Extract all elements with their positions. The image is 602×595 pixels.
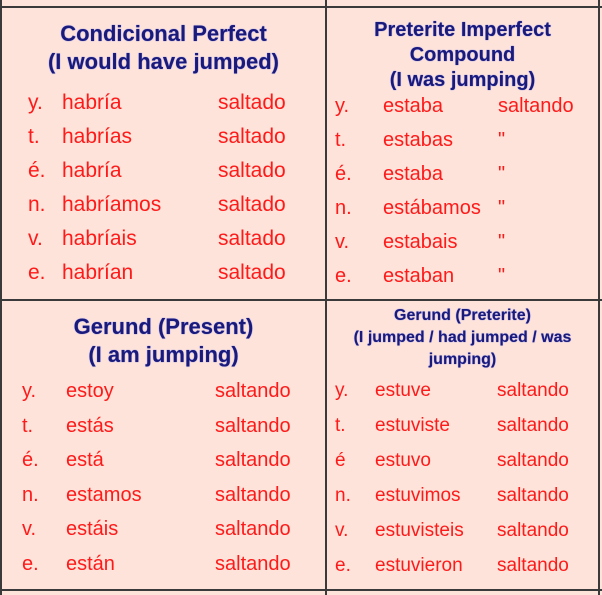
main-verb: " — [498, 265, 506, 287]
auxiliary-verb: habría — [62, 91, 122, 114]
auxiliary-verb: estuvimos — [375, 485, 461, 506]
cell-preterite-imperfect-compound: Preterite Imperfect Compound (I was jump… — [327, 8, 598, 299]
main-verb: saltado — [218, 261, 286, 284]
pronoun-label: y. — [22, 380, 37, 402]
title-line: (I am jumping) — [88, 342, 239, 367]
pronoun-label: v. — [22, 518, 37, 540]
pronoun-label: y. — [335, 380, 349, 401]
title-line: (I would have jumped) — [47, 49, 279, 74]
pronoun-label: y. — [28, 91, 43, 114]
cell-gerund-present: Gerund (Present) (I am jumping) — [2, 301, 325, 589]
auxiliary-verb: estuvo — [375, 450, 431, 471]
main-verb: saltando — [215, 518, 291, 540]
title-line: Gerund (Preterite) — [394, 307, 531, 324]
conjugation-table: Condicional Perfect (I would have jumped… — [0, 0, 602, 595]
main-verb: saltando — [497, 485, 569, 506]
auxiliary-verb: habrías — [62, 125, 133, 148]
main-verb: saltando — [497, 415, 569, 436]
pronoun-label: t. — [335, 415, 346, 436]
title-line: Preterite Imperfect — [374, 19, 551, 41]
pronoun-label: n. — [335, 485, 351, 506]
main-verb: saltado — [218, 159, 286, 182]
pronoun-label: é. — [335, 163, 352, 185]
pronoun-label: n. — [28, 193, 46, 216]
main-verb: saltando — [497, 380, 569, 401]
auxiliary-verb: estáis — [66, 518, 119, 540]
auxiliary-verb: estabais — [383, 231, 458, 253]
auxiliary-verb: estuvieron — [375, 555, 463, 576]
auxiliary-verb: está — [66, 449, 104, 471]
table-border-right — [598, 0, 600, 595]
pronoun-label: y. — [335, 95, 350, 117]
pronoun-label: e. — [335, 555, 351, 576]
auxiliary-verb: están — [66, 552, 115, 575]
pronoun-label: v. — [28, 227, 43, 250]
auxiliary-verb: estás — [66, 414, 114, 437]
main-verb: saltando — [497, 520, 569, 541]
auxiliary-verb: habríamos — [62, 193, 162, 216]
pronoun-label: é. — [28, 159, 46, 182]
main-verb: " — [498, 129, 506, 151]
auxiliary-verb: estaba — [383, 95, 444, 117]
title-line: jumping) — [428, 351, 497, 368]
pronoun-label: t. — [22, 414, 34, 437]
pronoun-label: é. — [22, 449, 39, 471]
pronoun-label: n. — [22, 483, 39, 506]
main-verb: " — [498, 231, 506, 253]
auxiliary-verb: estoy — [66, 380, 114, 402]
pronoun-label: t. — [28, 125, 40, 148]
auxiliary-verb: habríais — [62, 227, 137, 250]
pronoun-label: e. — [335, 265, 352, 287]
cell-title: Preterite Imperfect Compound (I was jump… — [327, 18, 598, 93]
main-verb: saltando — [497, 555, 569, 576]
main-verb: saltado — [218, 193, 286, 216]
main-verb: saltando — [215, 380, 291, 402]
auxiliary-verb: estuviste — [375, 415, 450, 436]
auxiliary-verb: habría — [62, 159, 122, 182]
auxiliary-verb: estaba — [383, 163, 444, 185]
pronoun-label: v. — [335, 231, 350, 253]
main-verb: saltado — [218, 227, 286, 250]
cell-title: Condicional Perfect (I would have jumped… — [2, 20, 325, 76]
main-verb: saltado — [218, 91, 286, 114]
pronoun-label: é — [335, 450, 346, 471]
pronoun-label: e. — [22, 552, 39, 575]
main-verb: " — [498, 197, 506, 219]
table-border-bottom — [0, 589, 602, 591]
auxiliary-verb: estabas — [383, 129, 454, 151]
main-verb: saltando — [215, 414, 291, 437]
cell-title: Gerund (Preterite) (I jumped / had jumpe… — [327, 305, 598, 371]
main-verb: saltando — [215, 483, 291, 506]
main-verb: saltado — [218, 125, 286, 148]
main-verb: saltando — [498, 95, 574, 117]
title-line: (I was jumping) — [389, 69, 536, 91]
title-line: Condicional Perfect — [60, 21, 267, 46]
title-line: Gerund (Present) — [73, 314, 254, 339]
pronoun-label: n. — [335, 197, 352, 219]
pronoun-label: e. — [28, 261, 46, 284]
cell-conditional-perfect: Condicional Perfect (I would have jumped… — [2, 8, 325, 299]
main-verb: " — [498, 163, 506, 185]
pronoun-label: t. — [335, 129, 347, 151]
main-verb: saltando — [215, 449, 291, 471]
pronoun-label: v. — [335, 520, 349, 541]
auxiliary-verb: estuve — [375, 380, 431, 401]
auxiliary-verb: habrían — [62, 261, 134, 284]
auxiliary-verb: estaban — [383, 265, 455, 287]
title-line: Compound — [409, 44, 516, 66]
cell-title: Gerund (Present) (I am jumping) — [2, 313, 325, 369]
title-line: (I jumped / had jumped / was — [353, 329, 572, 346]
main-verb: saltando — [497, 450, 569, 471]
auxiliary-verb: estábamos — [383, 197, 481, 219]
auxiliary-verb: estuvisteis — [375, 520, 464, 541]
main-verb: saltando — [215, 552, 291, 575]
auxiliary-verb: estamos — [66, 483, 142, 506]
cell-gerund-preterite: Gerund (Preterite) (I jumped / had jumpe… — [327, 301, 598, 589]
